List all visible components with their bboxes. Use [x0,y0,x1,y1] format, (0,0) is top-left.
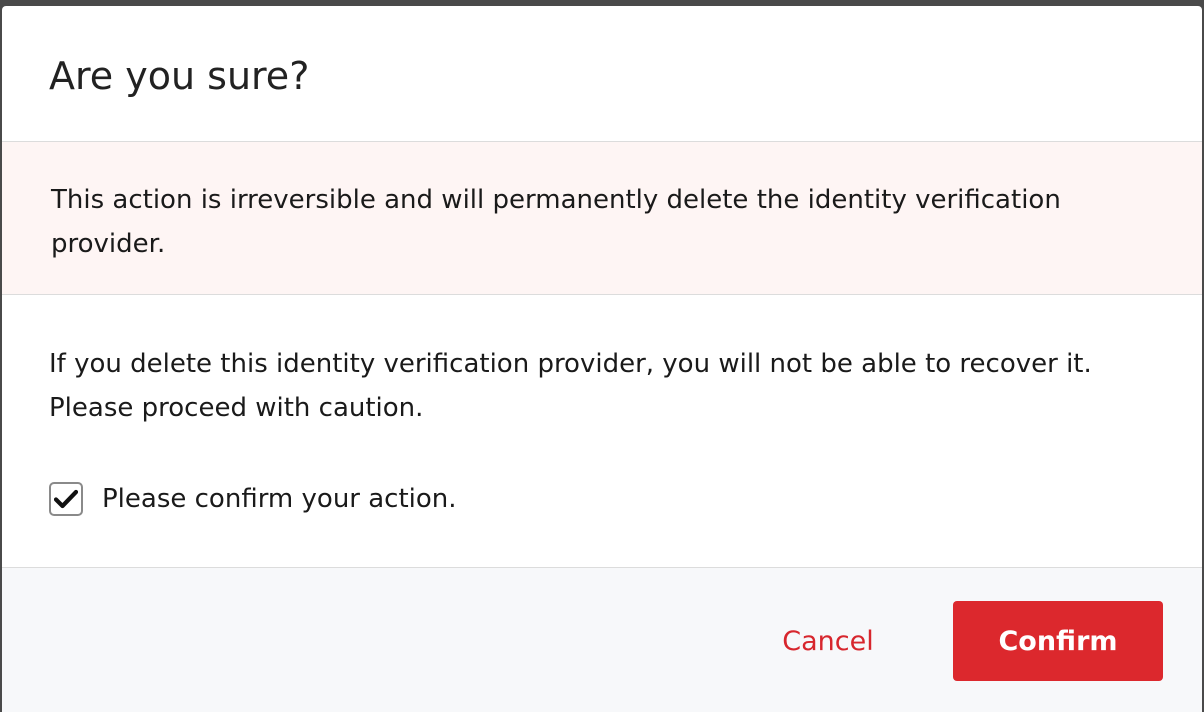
dialog-header: Are you sure? [2,6,1202,142]
warning-text: This action is irreversible and will per… [51,185,1061,259]
confirm-checkbox-row[interactable]: Please confirm your action. [49,480,457,518]
checkmark-icon [54,489,78,509]
confirm-button[interactable]: Confirm [953,601,1163,681]
dialog-footer: Cancel Confirm [2,567,1202,712]
confirm-delete-dialog: Are you sure? This action is irreversibl… [2,6,1202,712]
confirm-checkbox[interactable] [49,482,83,516]
dialog-title: Are you sure? [49,54,310,98]
confirm-checkbox-label: Please confirm your action. [102,484,457,514]
warning-alert: This action is irreversible and will per… [2,142,1202,295]
cancel-button[interactable]: Cancel [753,603,903,679]
dialog-message: If you delete this identity verification… [49,349,1092,423]
